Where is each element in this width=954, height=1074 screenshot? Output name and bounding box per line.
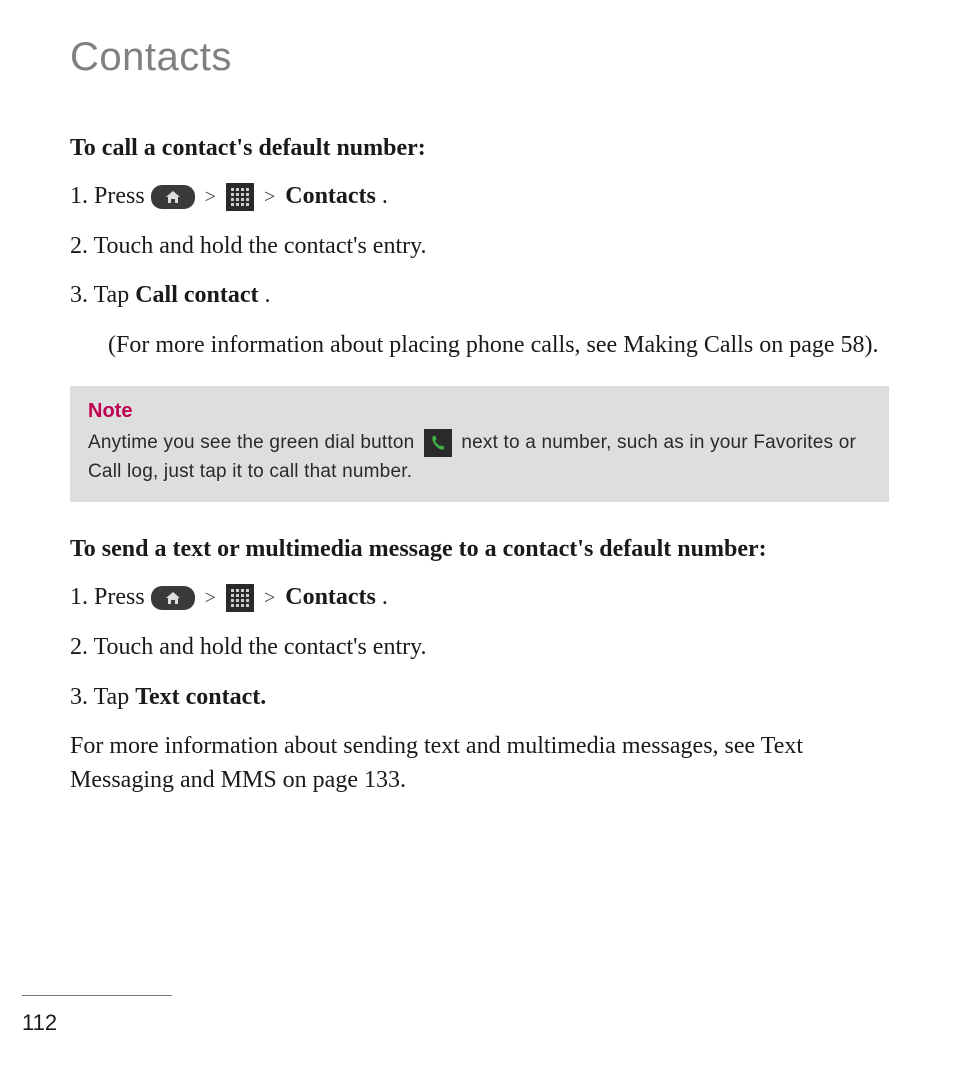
- note-text-before: Anytime you see the green dial button: [88, 432, 420, 453]
- page-title: Contacts: [70, 35, 889, 80]
- section-heading-call: To call a contact's default number:: [70, 135, 889, 162]
- apps-grid-icon: [226, 584, 254, 612]
- step-text: 1. Press: [70, 581, 145, 615]
- step-3-call: 3. Tap Call contact.: [70, 279, 889, 313]
- step-1-text: 1. Press > > Contacts.: [70, 581, 889, 615]
- step-2-call: 2. Touch and hold the contact's entry.: [70, 230, 889, 264]
- step-2-text: 2. Touch and hold the contact's entry.: [70, 631, 889, 665]
- closing-paragraph: For more information about sending text …: [70, 730, 889, 797]
- contacts-label: Contacts: [285, 581, 376, 615]
- step-3-text: 3. Tap Text contact.: [70, 681, 889, 715]
- home-icon: [151, 185, 195, 209]
- apps-grid-icon: [226, 183, 254, 211]
- note-text: Anytime you see the green dial button ne…: [88, 429, 871, 486]
- page-footer: 112: [22, 995, 172, 1036]
- chevron-icon: >: [264, 584, 275, 612]
- period: .: [382, 180, 388, 214]
- period: .: [382, 581, 388, 615]
- home-icon: [151, 586, 195, 610]
- step-text: 3. Tap: [70, 279, 129, 313]
- text-contact-label: Text contact.: [135, 681, 266, 715]
- step-1-call: 1. Press > > Contacts.: [70, 180, 889, 214]
- dial-phone-icon: [424, 429, 452, 457]
- chevron-icon: >: [205, 183, 216, 211]
- period: .: [265, 279, 271, 313]
- call-contact-label: Call contact: [135, 279, 258, 313]
- chevron-icon: >: [264, 183, 275, 211]
- step-text: 3. Tap: [70, 681, 129, 715]
- note-box: Note Anytime you see the green dial butt…: [70, 386, 889, 502]
- chevron-icon: >: [205, 584, 216, 612]
- step-3-indent: (For more information about placing phon…: [108, 329, 889, 363]
- page-number: 112: [22, 1010, 57, 1035]
- contacts-label: Contacts: [285, 180, 376, 214]
- section-heading-text: To send a text or multimedia message to …: [70, 536, 889, 563]
- step-text: 1. Press: [70, 180, 145, 214]
- note-label: Note: [88, 400, 871, 423]
